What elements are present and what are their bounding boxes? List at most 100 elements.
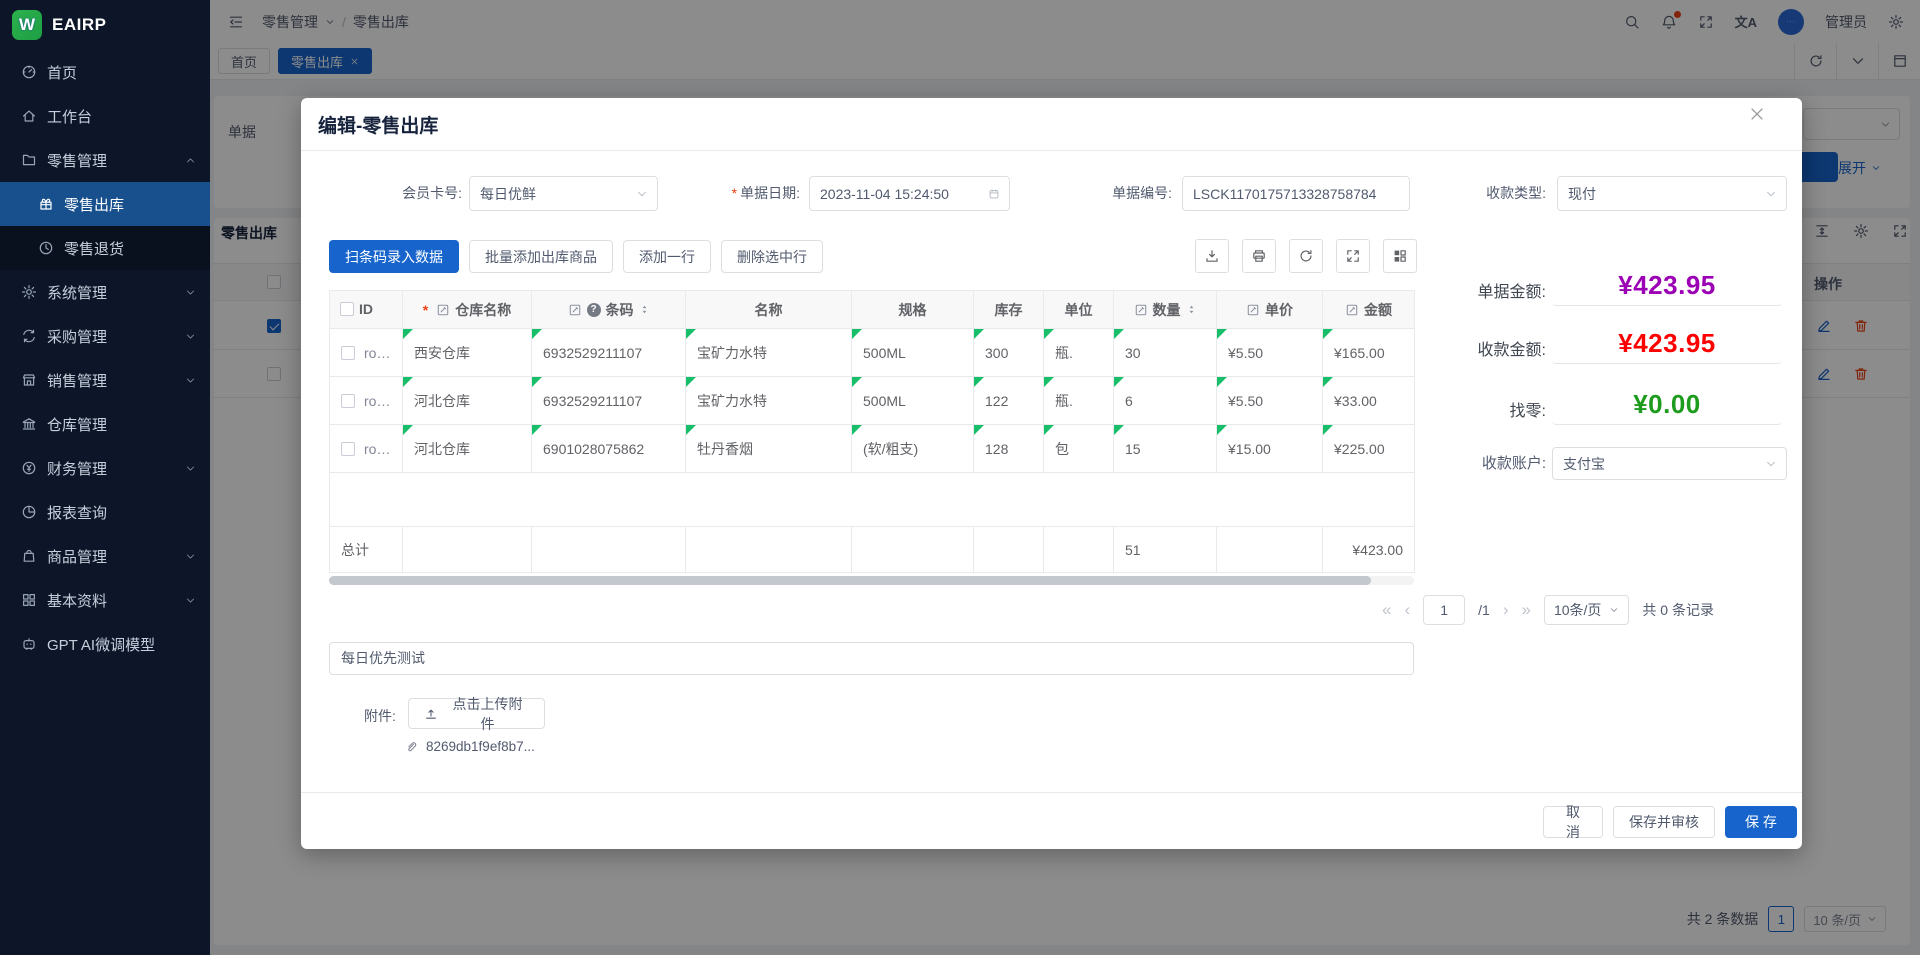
- total-cell-warehouse: [403, 527, 532, 573]
- cell-spec[interactable]: 500ML: [852, 377, 974, 425]
- sidebar-item-零售管理[interactable]: 零售管理: [0, 138, 210, 182]
- item-row[interactable]: ro…西安仓库6932529211107宝矿力水特500ML300瓶.30¥5.…: [330, 329, 1415, 377]
- cell-spec[interactable]: 500ML: [852, 329, 974, 377]
- sidebar-item-零售退货[interactable]: 零售退货: [0, 226, 210, 270]
- download-icon[interactable]: [1195, 239, 1229, 273]
- help-icon[interactable]: ?: [587, 303, 601, 317]
- cell-warehouse[interactable]: 西安仓库: [403, 329, 532, 377]
- sidebar-item-label: GPT AI微调模型: [47, 634, 155, 655]
- save-button[interactable]: 保 存: [1725, 806, 1797, 838]
- sidebar-item-label: 零售退货: [64, 238, 124, 259]
- bank-icon: [21, 416, 37, 432]
- bill-date-input[interactable]: 2023-11-04 15:24:50: [809, 176, 1010, 211]
- sidebar-item-label: 工作台: [47, 106, 92, 127]
- sidebar-item-label: 采购管理: [47, 326, 107, 347]
- cell-price[interactable]: ¥15.00: [1217, 425, 1323, 473]
- cell-warehouse[interactable]: 河北仓库: [403, 377, 532, 425]
- column-header-id: ID: [330, 291, 403, 329]
- cell-id: ro…: [330, 425, 403, 473]
- print-icon[interactable]: [1242, 239, 1276, 273]
- first-page-button[interactable]: «: [1382, 600, 1391, 620]
- row-checkbox[interactable]: [341, 394, 355, 408]
- cell-stock[interactable]: 122: [974, 377, 1044, 425]
- grid-fullscreen-icon[interactable]: [1336, 239, 1370, 273]
- attachment-file-link[interactable]: 8269db1f9ef8b7...: [405, 739, 535, 754]
- column-settings-icon[interactable]: [1383, 239, 1417, 273]
- cell-unit[interactable]: 包: [1044, 425, 1114, 473]
- prev-page-button[interactable]: ‹: [1404, 600, 1410, 620]
- add-row-button[interactable]: 添加一行: [623, 240, 711, 273]
- cell-price[interactable]: ¥5.50: [1217, 329, 1323, 377]
- cell-spec[interactable]: (软/粗支): [852, 425, 974, 473]
- cell-amount[interactable]: ¥165.00: [1323, 329, 1415, 377]
- cell-amount[interactable]: ¥33.00: [1323, 377, 1415, 425]
- gear-icon: [21, 284, 37, 300]
- select-all-checkbox[interactable]: [340, 302, 354, 316]
- receive-account-select[interactable]: 支付宝: [1552, 447, 1787, 480]
- upload-attachment-button[interactable]: 点击上传附件: [408, 698, 545, 729]
- sidebar-item-基本资料[interactable]: 基本资料: [0, 578, 210, 622]
- cell-qty[interactable]: 15: [1114, 425, 1217, 473]
- sidebar-item-采购管理[interactable]: 采购管理: [0, 314, 210, 358]
- total-cell-qty: 51: [1114, 527, 1217, 573]
- delete-selected-button[interactable]: 删除选中行: [721, 240, 823, 273]
- cancel-button[interactable]: 取 消: [1543, 806, 1603, 838]
- cell-stock[interactable]: 128: [974, 425, 1044, 473]
- sidebar-item-工作台[interactable]: 工作台: [0, 94, 210, 138]
- cell-name[interactable]: 牡丹香烟: [686, 425, 852, 473]
- attachment-label: 附件:: [364, 706, 396, 726]
- cell-name[interactable]: 宝矿力水特: [686, 377, 852, 425]
- column-header-price: 单价: [1217, 291, 1323, 329]
- cell-name[interactable]: 宝矿力水特: [686, 329, 852, 377]
- row-checkbox[interactable]: [341, 442, 355, 456]
- sort-caret-icon[interactable]: [1186, 302, 1197, 317]
- item-row[interactable]: ro…河北仓库6932529211107宝矿力水特500ML122瓶.6¥5.5…: [330, 377, 1415, 425]
- cell-barcode[interactable]: 6932529211107: [532, 377, 686, 425]
- sidebar-item-系统管理[interactable]: 系统管理: [0, 270, 210, 314]
- pencil-square-icon: [568, 303, 582, 317]
- member-card-select[interactable]: 每日优鲜: [469, 176, 658, 211]
- cell-qty[interactable]: 6: [1114, 377, 1217, 425]
- sidebar-item-零售出库[interactable]: 零售出库: [0, 182, 210, 226]
- save-and-audit-button[interactable]: 保存并审核: [1613, 806, 1715, 838]
- sidebar-item-GPT AI微调模型[interactable]: GPT AI微调模型: [0, 622, 210, 666]
- last-page-button[interactable]: »: [1521, 600, 1530, 620]
- batch-add-button[interactable]: 批量添加出库商品: [469, 240, 613, 273]
- sync-icon: [21, 328, 37, 344]
- sidebar-item-商品管理[interactable]: 商品管理: [0, 534, 210, 578]
- cell-stock[interactable]: 300: [974, 329, 1044, 377]
- cell-qty[interactable]: 30: [1114, 329, 1217, 377]
- sidebar-item-报表查询[interactable]: 报表查询: [0, 490, 210, 534]
- refresh-icon[interactable]: [1289, 239, 1323, 273]
- sort-caret-icon[interactable]: [639, 302, 650, 317]
- row-checkbox[interactable]: [341, 346, 355, 360]
- cell-barcode[interactable]: 6901028075862: [532, 425, 686, 473]
- pay-type-select[interactable]: 现付: [1557, 176, 1787, 211]
- pay-type-label: 收款类型:: [1471, 176, 1546, 211]
- sidebar-item-首页[interactable]: 首页: [0, 50, 210, 94]
- scan-barcode-button[interactable]: 扫条码录入数据: [329, 240, 459, 273]
- horizontal-scrollbar[interactable]: [329, 576, 1414, 585]
- cell-unit[interactable]: 瓶.: [1044, 377, 1114, 425]
- cell-barcode[interactable]: 6932529211107: [532, 329, 686, 377]
- chevron-down-icon: [185, 287, 196, 298]
- modal-close-icon[interactable]: [1745, 102, 1769, 126]
- scrollbar-thumb[interactable]: [329, 576, 1371, 585]
- page-size-select[interactable]: 10条/页: [1544, 595, 1629, 625]
- sidebar-item-财务管理[interactable]: 财务管理: [0, 446, 210, 490]
- record-count: 共 0 条记录: [1642, 600, 1714, 620]
- remark-input[interactable]: 每日优先测试: [329, 642, 1414, 675]
- cell-unit[interactable]: 瓶.: [1044, 329, 1114, 377]
- page-input[interactable]: 1: [1423, 595, 1465, 625]
- column-header-name: 名称: [686, 291, 852, 329]
- cell-price[interactable]: ¥5.50: [1217, 377, 1323, 425]
- cell-amount[interactable]: ¥225.00: [1323, 425, 1415, 473]
- finance-icon: [21, 460, 37, 476]
- ai-icon: [21, 636, 37, 652]
- sidebar-item-销售管理[interactable]: 销售管理: [0, 358, 210, 402]
- next-page-button[interactable]: ›: [1503, 600, 1509, 620]
- item-row[interactable]: ro…河北仓库6901028075862牡丹香烟(软/粗支)128包15¥15.…: [330, 425, 1415, 473]
- sidebar-item-仓库管理[interactable]: 仓库管理: [0, 402, 210, 446]
- bill-number-input[interactable]: LSCK1170175713328758784: [1182, 176, 1410, 211]
- cell-warehouse[interactable]: 河北仓库: [403, 425, 532, 473]
